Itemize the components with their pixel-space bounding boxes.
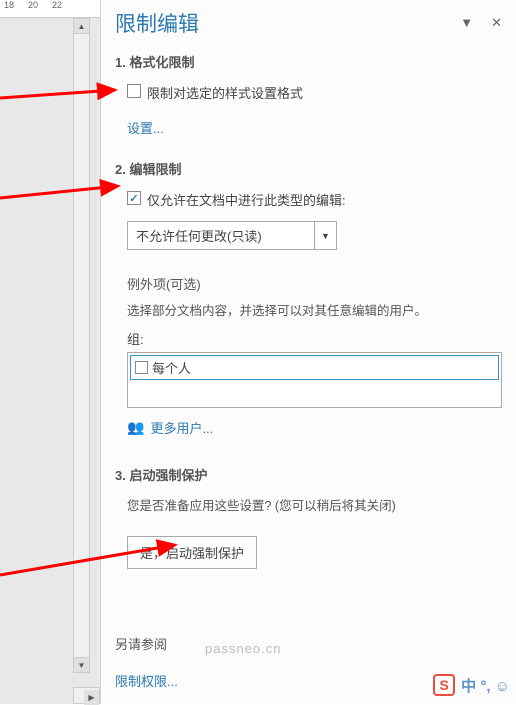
- exceptions-title: 例外项(可选): [127, 274, 502, 293]
- chevron-down-icon[interactable]: ▼: [315, 221, 337, 250]
- ime-logo-icon[interactable]: S: [433, 674, 455, 696]
- scroll-down-icon[interactable]: ▼: [74, 657, 89, 672]
- editing-restrict-label: 仅允许在文档中进行此类型的编辑:: [147, 190, 346, 209]
- start-enforcement-button[interactable]: 是，启动强制保护: [127, 536, 257, 569]
- section1-title: 1. 格式化限制: [115, 52, 502, 71]
- restrict-editing-panel: 限制编辑 ▼ ✕ 1. 格式化限制 限制对选定的样式设置格式 设置... 2. …: [100, 0, 516, 704]
- group-list[interactable]: 每个人: [127, 352, 502, 408]
- ime-status[interactable]: 中 °, ☺: [461, 675, 510, 696]
- group-item-label: 每个人: [152, 358, 191, 377]
- section3-desc: 您是否准备应用这些设置? (您可以稍后将其关闭): [127, 496, 502, 516]
- vertical-scrollbar[interactable]: ▲ ▼: [73, 18, 90, 673]
- list-item[interactable]: 每个人: [130, 355, 499, 380]
- see-also-title: 另请参阅: [115, 634, 178, 653]
- more-users-link[interactable]: 更多用户...: [150, 418, 213, 437]
- scroll-up-icon[interactable]: ▲: [74, 19, 89, 34]
- exceptions-desc: 选择部分文档内容，并选择可以对其任意编辑的用户。: [127, 301, 502, 321]
- editing-restrict-checkbox[interactable]: [127, 191, 141, 205]
- formatting-restrict-label: 限制对选定的样式设置格式: [147, 83, 303, 102]
- restrict-permission-link[interactable]: 限制权限...: [115, 671, 178, 690]
- editing-type-dropdown[interactable]: 不允许任何更改(只读) ▼: [127, 221, 337, 250]
- formatting-restrict-checkbox[interactable]: [127, 84, 141, 98]
- ruler: 18 20 22: [0, 0, 100, 18]
- group-label: 组:: [127, 329, 502, 348]
- users-icon: 👥: [127, 419, 144, 436]
- settings-link[interactable]: 设置...: [127, 118, 164, 137]
- section2-title: 2. 编辑限制: [115, 159, 502, 178]
- panel-title: 限制编辑: [115, 8, 199, 38]
- everyone-checkbox[interactable]: [135, 361, 148, 374]
- scroll-right-icon[interactable]: ▶: [84, 690, 99, 705]
- close-icon[interactable]: ✕: [491, 15, 502, 31]
- horizontal-scrollbar[interactable]: ▶: [73, 687, 100, 704]
- ime-toolbar[interactable]: S 中 °, ☺: [433, 674, 510, 696]
- dropdown-value: 不允许任何更改(只读): [127, 221, 315, 250]
- dropdown-icon[interactable]: ▼: [460, 15, 473, 31]
- section3-title: 3. 启动强制保护: [115, 465, 502, 484]
